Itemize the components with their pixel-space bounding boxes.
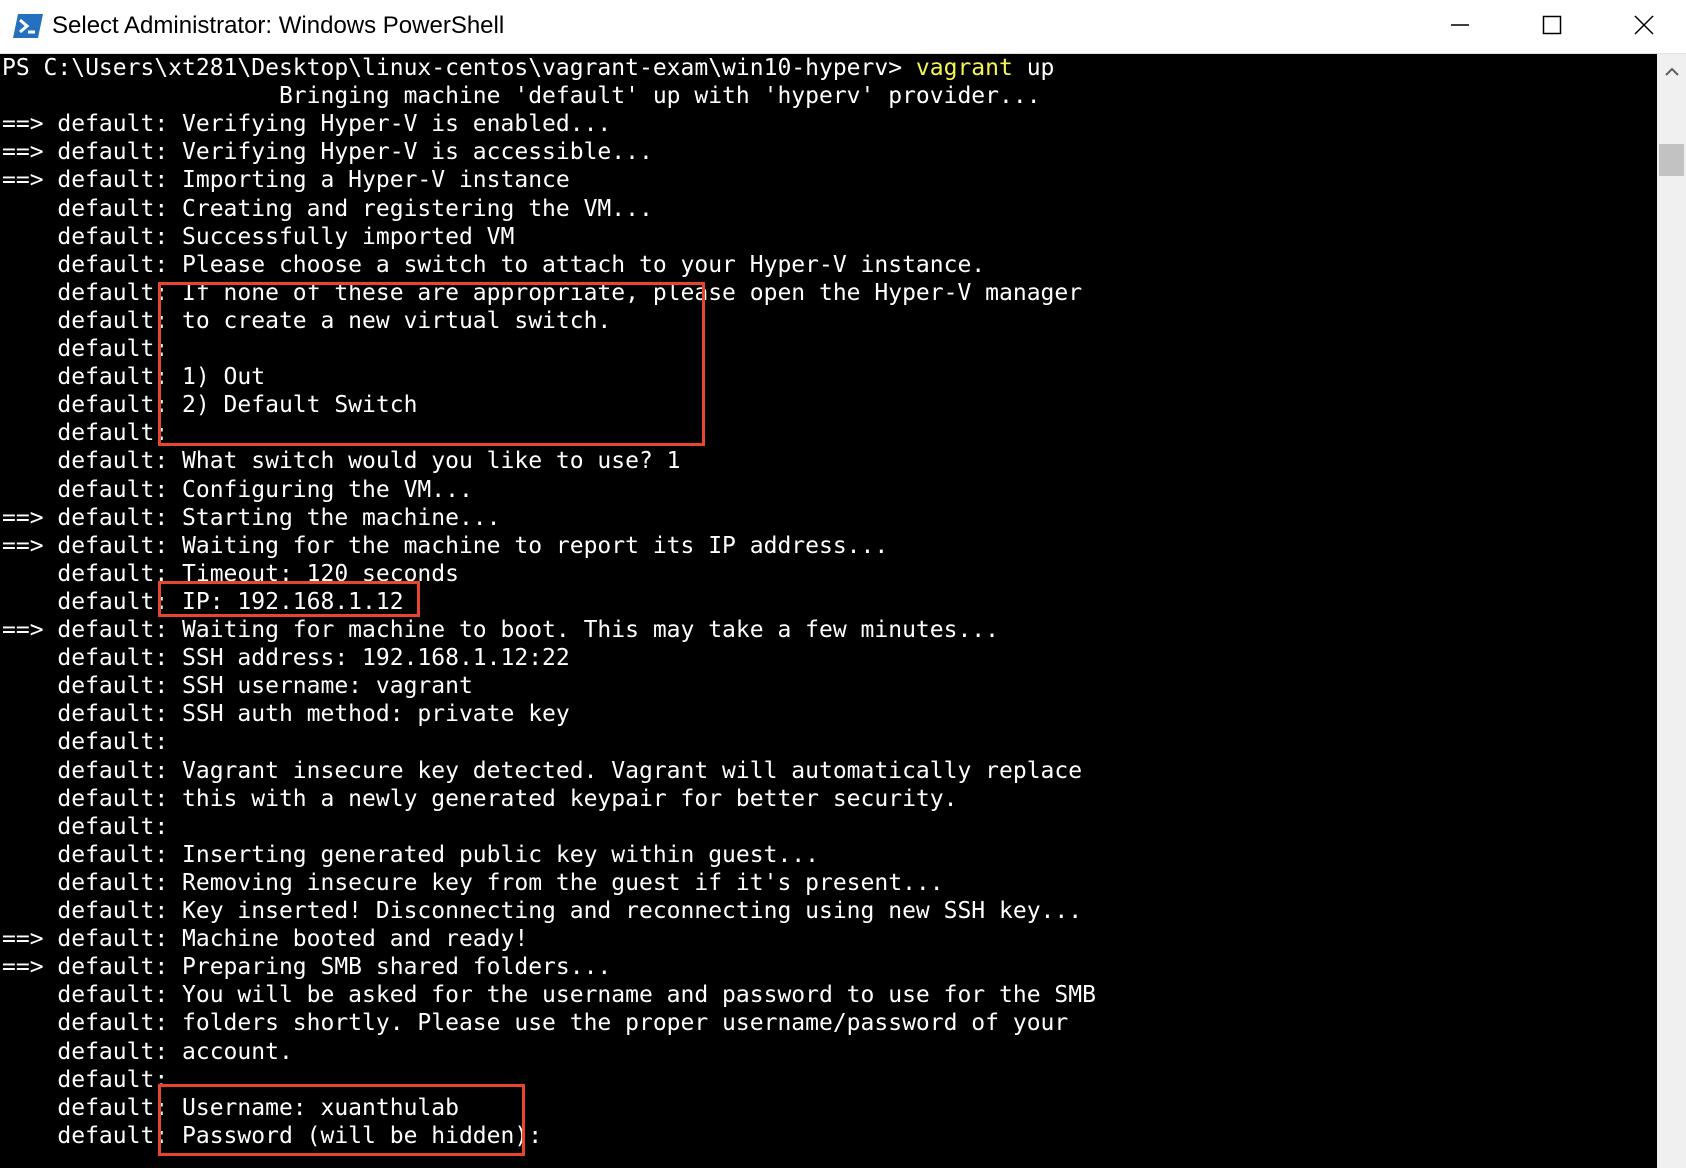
output-line: default: bbox=[2, 729, 169, 756]
output-line: default: You will be asked for the usern… bbox=[2, 982, 1096, 1009]
output-line: default: SSH auth method: private key bbox=[2, 701, 570, 728]
output-line: ==> default: Starting the machine... bbox=[2, 504, 501, 531]
vertical-scrollbar[interactable] bbox=[1657, 54, 1686, 1168]
output-line: default: bbox=[2, 336, 169, 362]
prompt-text: PS C:\Users\xt281\Desktop\linux-centos\v… bbox=[2, 55, 916, 81]
scroll-thumb[interactable] bbox=[1659, 144, 1684, 176]
output-line: default: bbox=[2, 1066, 169, 1093]
window-title: Select Administrator: Windows PowerShell bbox=[52, 12, 505, 39]
output-line: default: bbox=[2, 420, 169, 447]
output-line: default: SSH username: vagrant bbox=[2, 673, 473, 700]
output-line: default: Inserting generated public key … bbox=[2, 841, 819, 868]
switch-selection-highlight bbox=[158, 282, 705, 446]
output-line: default: Please choose a switch to attac… bbox=[2, 251, 986, 278]
command-text: vagrant bbox=[915, 55, 1013, 81]
output-line: default: account. bbox=[2, 1038, 293, 1065]
output-line: default: Key inserted! Disconnecting and… bbox=[2, 898, 1083, 924]
output-line: default: folders shortly. Please use the… bbox=[2, 1010, 1069, 1037]
output-line: default: Vagrant insecure key detected. … bbox=[2, 757, 1083, 784]
output-line: ==> default: Machine booted and ready! bbox=[2, 926, 529, 953]
output-line: default: bbox=[2, 813, 169, 840]
output-line: default: What switch would you like to u… bbox=[2, 448, 681, 475]
title-bar[interactable]: Select Administrator: Windows PowerShell bbox=[0, 0, 1686, 54]
output-line: ==> default: Waiting for the machine to … bbox=[2, 532, 889, 559]
powershell-icon bbox=[12, 12, 44, 40]
output-line: Bringing machine 'default' up with 'hype… bbox=[2, 83, 1041, 110]
output-line: default: SSH address: 192.168.1.12:22 bbox=[2, 645, 570, 672]
minimize-button[interactable] bbox=[1414, 0, 1506, 50]
output-line: default: Successfully imported VM bbox=[2, 223, 515, 250]
output-line: default: Configuring the VM... bbox=[2, 476, 473, 503]
command-args: up bbox=[1012, 55, 1055, 81]
maximize-icon bbox=[1542, 15, 1562, 35]
close-icon bbox=[1634, 15, 1654, 35]
minimize-icon bbox=[1451, 24, 1469, 26]
output-line: ==> default: Waiting for machine to boot… bbox=[2, 617, 999, 643]
ip-address-highlight bbox=[158, 581, 420, 617]
output-line: ==> default: Importing a Hyper-V instanc… bbox=[2, 167, 570, 194]
console-output[interactable]: PS C:\Users\xt281\Desktop\linux-centos\v… bbox=[0, 54, 1657, 1168]
output-line: default: Creating and registering the VM… bbox=[2, 195, 653, 222]
output-line: ==> default: Verifying Hyper-V is enable… bbox=[2, 111, 612, 138]
credentials-highlight bbox=[158, 1084, 525, 1156]
scroll-up-button[interactable] bbox=[1657, 58, 1686, 86]
output-line: ==> default: Preparing SMB shared folder… bbox=[2, 954, 612, 981]
maximize-button[interactable] bbox=[1506, 0, 1598, 50]
output-line: default: this with a newly generated key… bbox=[2, 785, 958, 812]
chevron-up-icon bbox=[1664, 67, 1679, 76]
prompt-line: PS C:\Users\xt281\Desktop\linux-centos\v… bbox=[2, 54, 1054, 82]
output-line: default: Removing insecure key from the … bbox=[2, 869, 944, 896]
output-line: ==> default: Verifying Hyper-V is access… bbox=[2, 139, 653, 166]
close-button[interactable] bbox=[1598, 0, 1686, 50]
